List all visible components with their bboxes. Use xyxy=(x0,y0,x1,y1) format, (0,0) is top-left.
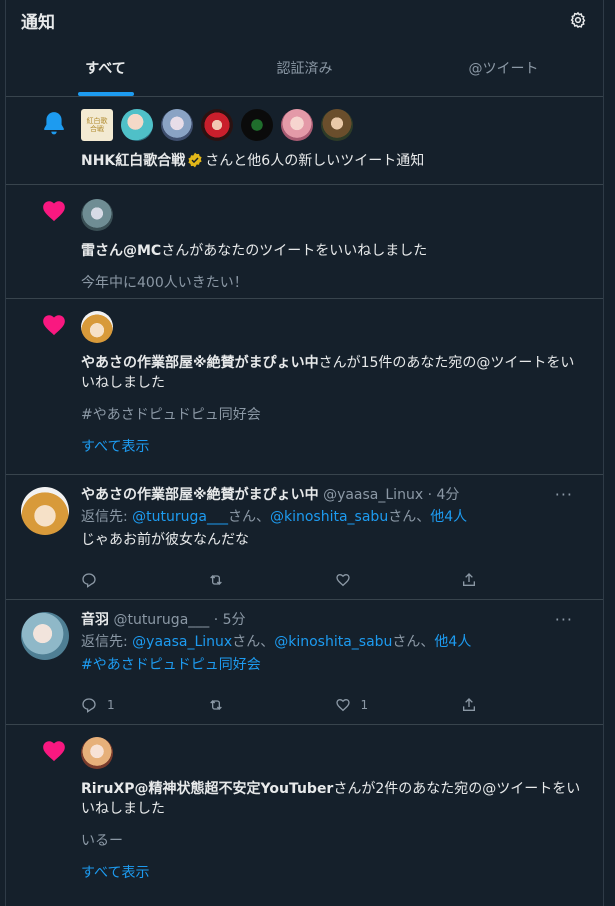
reply-button[interactable] xyxy=(81,572,208,588)
liked-tweet-text: 今年中に400人いきたい！ xyxy=(81,275,248,291)
avatar[interactable] xyxy=(161,109,193,141)
header: 通知 xyxy=(6,0,603,40)
notification-like[interactable]: 雷さん@MCさんがあなたのツイートをいいねしました 今年中に400人いきたい！ xyxy=(6,185,603,299)
notification-text: やあさの作業部屋※絶賛がまぴょい中さんが15件のあなた宛の@ツイートをいいねしま… xyxy=(81,355,575,391)
avatar[interactable] xyxy=(281,109,313,141)
avatar[interactable] xyxy=(81,737,113,769)
display-name[interactable]: やあさの作業部屋※絶賛がまぴょい中 xyxy=(81,487,319,503)
tab-mentions[interactable]: @ツイート xyxy=(404,40,603,96)
avatar[interactable] xyxy=(241,109,273,141)
retweet-icon xyxy=(209,700,222,710)
notification-text: RiruXP@精神状態超不安定YouTuberさんが2件のあなた宛の@ツイートを… xyxy=(81,781,581,817)
tweet[interactable]: ··· 音羽 @tuturuga___ · 5分 返信先: @yaasa_Lin… xyxy=(6,600,603,725)
avatar[interactable] xyxy=(21,487,69,535)
avatar[interactable] xyxy=(121,109,153,141)
avatar[interactable] xyxy=(201,109,233,141)
reply-icon xyxy=(82,698,96,713)
heart-outline-icon xyxy=(335,698,350,712)
show-all-link[interactable]: すべて表示 xyxy=(81,863,588,883)
like-button[interactable] xyxy=(335,572,462,588)
verified-badge-icon xyxy=(187,152,203,174)
tab-verified[interactable]: 認証済み xyxy=(205,40,404,96)
avatar[interactable] xyxy=(81,311,113,343)
tweet-header: 音羽 @tuturuga___ · 5分 xyxy=(81,610,588,630)
notification-like[interactable]: RiruXP@精神状態超不安定YouTuberさんが2件のあなた宛の@ツイートを… xyxy=(6,725,603,901)
tab-bar: すべて 認証済み @ツイート xyxy=(6,40,603,97)
heart-icon xyxy=(40,311,68,339)
like-button[interactable]: 1 xyxy=(335,697,462,713)
notification-text: 雷さん@MCさんがあなたのツイートをいいねしました xyxy=(81,243,428,259)
display-name[interactable]: 音羽 xyxy=(81,612,109,628)
avatar-row: 紅白歌合戦 xyxy=(81,109,588,141)
share-icon xyxy=(463,698,476,711)
heart-icon xyxy=(40,197,68,225)
retweet-button[interactable] xyxy=(208,697,335,713)
tweet-hashtag[interactable]: #やあさドピュドピュ同好会 xyxy=(81,655,588,675)
timestamp[interactable]: · 5分 xyxy=(214,612,246,628)
page-title: 通知 xyxy=(21,12,55,33)
notification-like[interactable]: やあさの作業部屋※絶賛がまぴょい中さんが15件のあなた宛の@ツイートをいいねしま… xyxy=(6,299,603,475)
share-icon xyxy=(463,573,476,586)
tab-all[interactable]: すべて xyxy=(6,40,205,96)
heart-icon xyxy=(40,737,68,765)
notification-new-tweets[interactable]: 紅白歌合戦 NHK紅白歌合戦 さんと他6人の新しいツイート通知 xyxy=(6,97,603,185)
share-button[interactable] xyxy=(461,697,588,713)
more-options-icon[interactable]: ··· xyxy=(555,610,573,629)
reply-to: 返信先: @tuturuga___さん、@kinoshita_sabuさん、他4… xyxy=(81,509,468,525)
handle[interactable]: @yaasa_Linux xyxy=(323,487,423,503)
share-button[interactable] xyxy=(461,572,588,588)
tweet-text: じゃあお前が彼女なんだな xyxy=(81,532,249,548)
reply-button[interactable]: 1 xyxy=(81,697,208,713)
avatar[interactable] xyxy=(321,109,353,141)
avatar[interactable]: 紅白歌合戦 xyxy=(81,109,113,141)
reply-to: 返信先: @yaasa_Linuxさん、@kinoshita_sabuさん、他4… xyxy=(81,634,472,650)
retweet-icon xyxy=(209,575,222,585)
settings-gear-icon[interactable] xyxy=(568,10,588,30)
heart-outline-icon xyxy=(335,573,350,587)
retweet-button[interactable] xyxy=(208,572,335,588)
avatar[interactable] xyxy=(21,612,69,660)
notification-text: NHK紅白歌合戦 さんと他6人の新しいツイート通知 xyxy=(81,151,588,174)
tweet-header: やあさの作業部屋※絶賛がまぴょい中 @yaasa_Linux · 4分 xyxy=(81,485,588,505)
notifications-panel: 通知 すべて 認証済み @ツイート 紅白歌合戦 NHK紅白歌合戦 さんと他6人の… xyxy=(5,0,604,906)
handle[interactable]: @tuturuga___ xyxy=(113,612,209,628)
bell-icon xyxy=(40,109,68,137)
more-options-icon[interactable]: ··· xyxy=(555,485,573,504)
show-all-link[interactable]: すべて表示 xyxy=(81,437,588,457)
tweet-actions: 1 1 xyxy=(81,695,588,715)
avatar[interactable] xyxy=(81,199,113,231)
tweet-actions xyxy=(81,570,588,590)
reply-icon xyxy=(82,573,96,588)
liked-tweet-text: いるー xyxy=(81,833,123,849)
tweet[interactable]: ··· やあさの作業部屋※絶賛がまぴょい中 @yaasa_Linux · 4分 … xyxy=(6,475,603,600)
timestamp[interactable]: · 4分 xyxy=(428,487,460,503)
liked-tweet-text: #やあさドピュドピュ同好会 xyxy=(81,407,261,423)
